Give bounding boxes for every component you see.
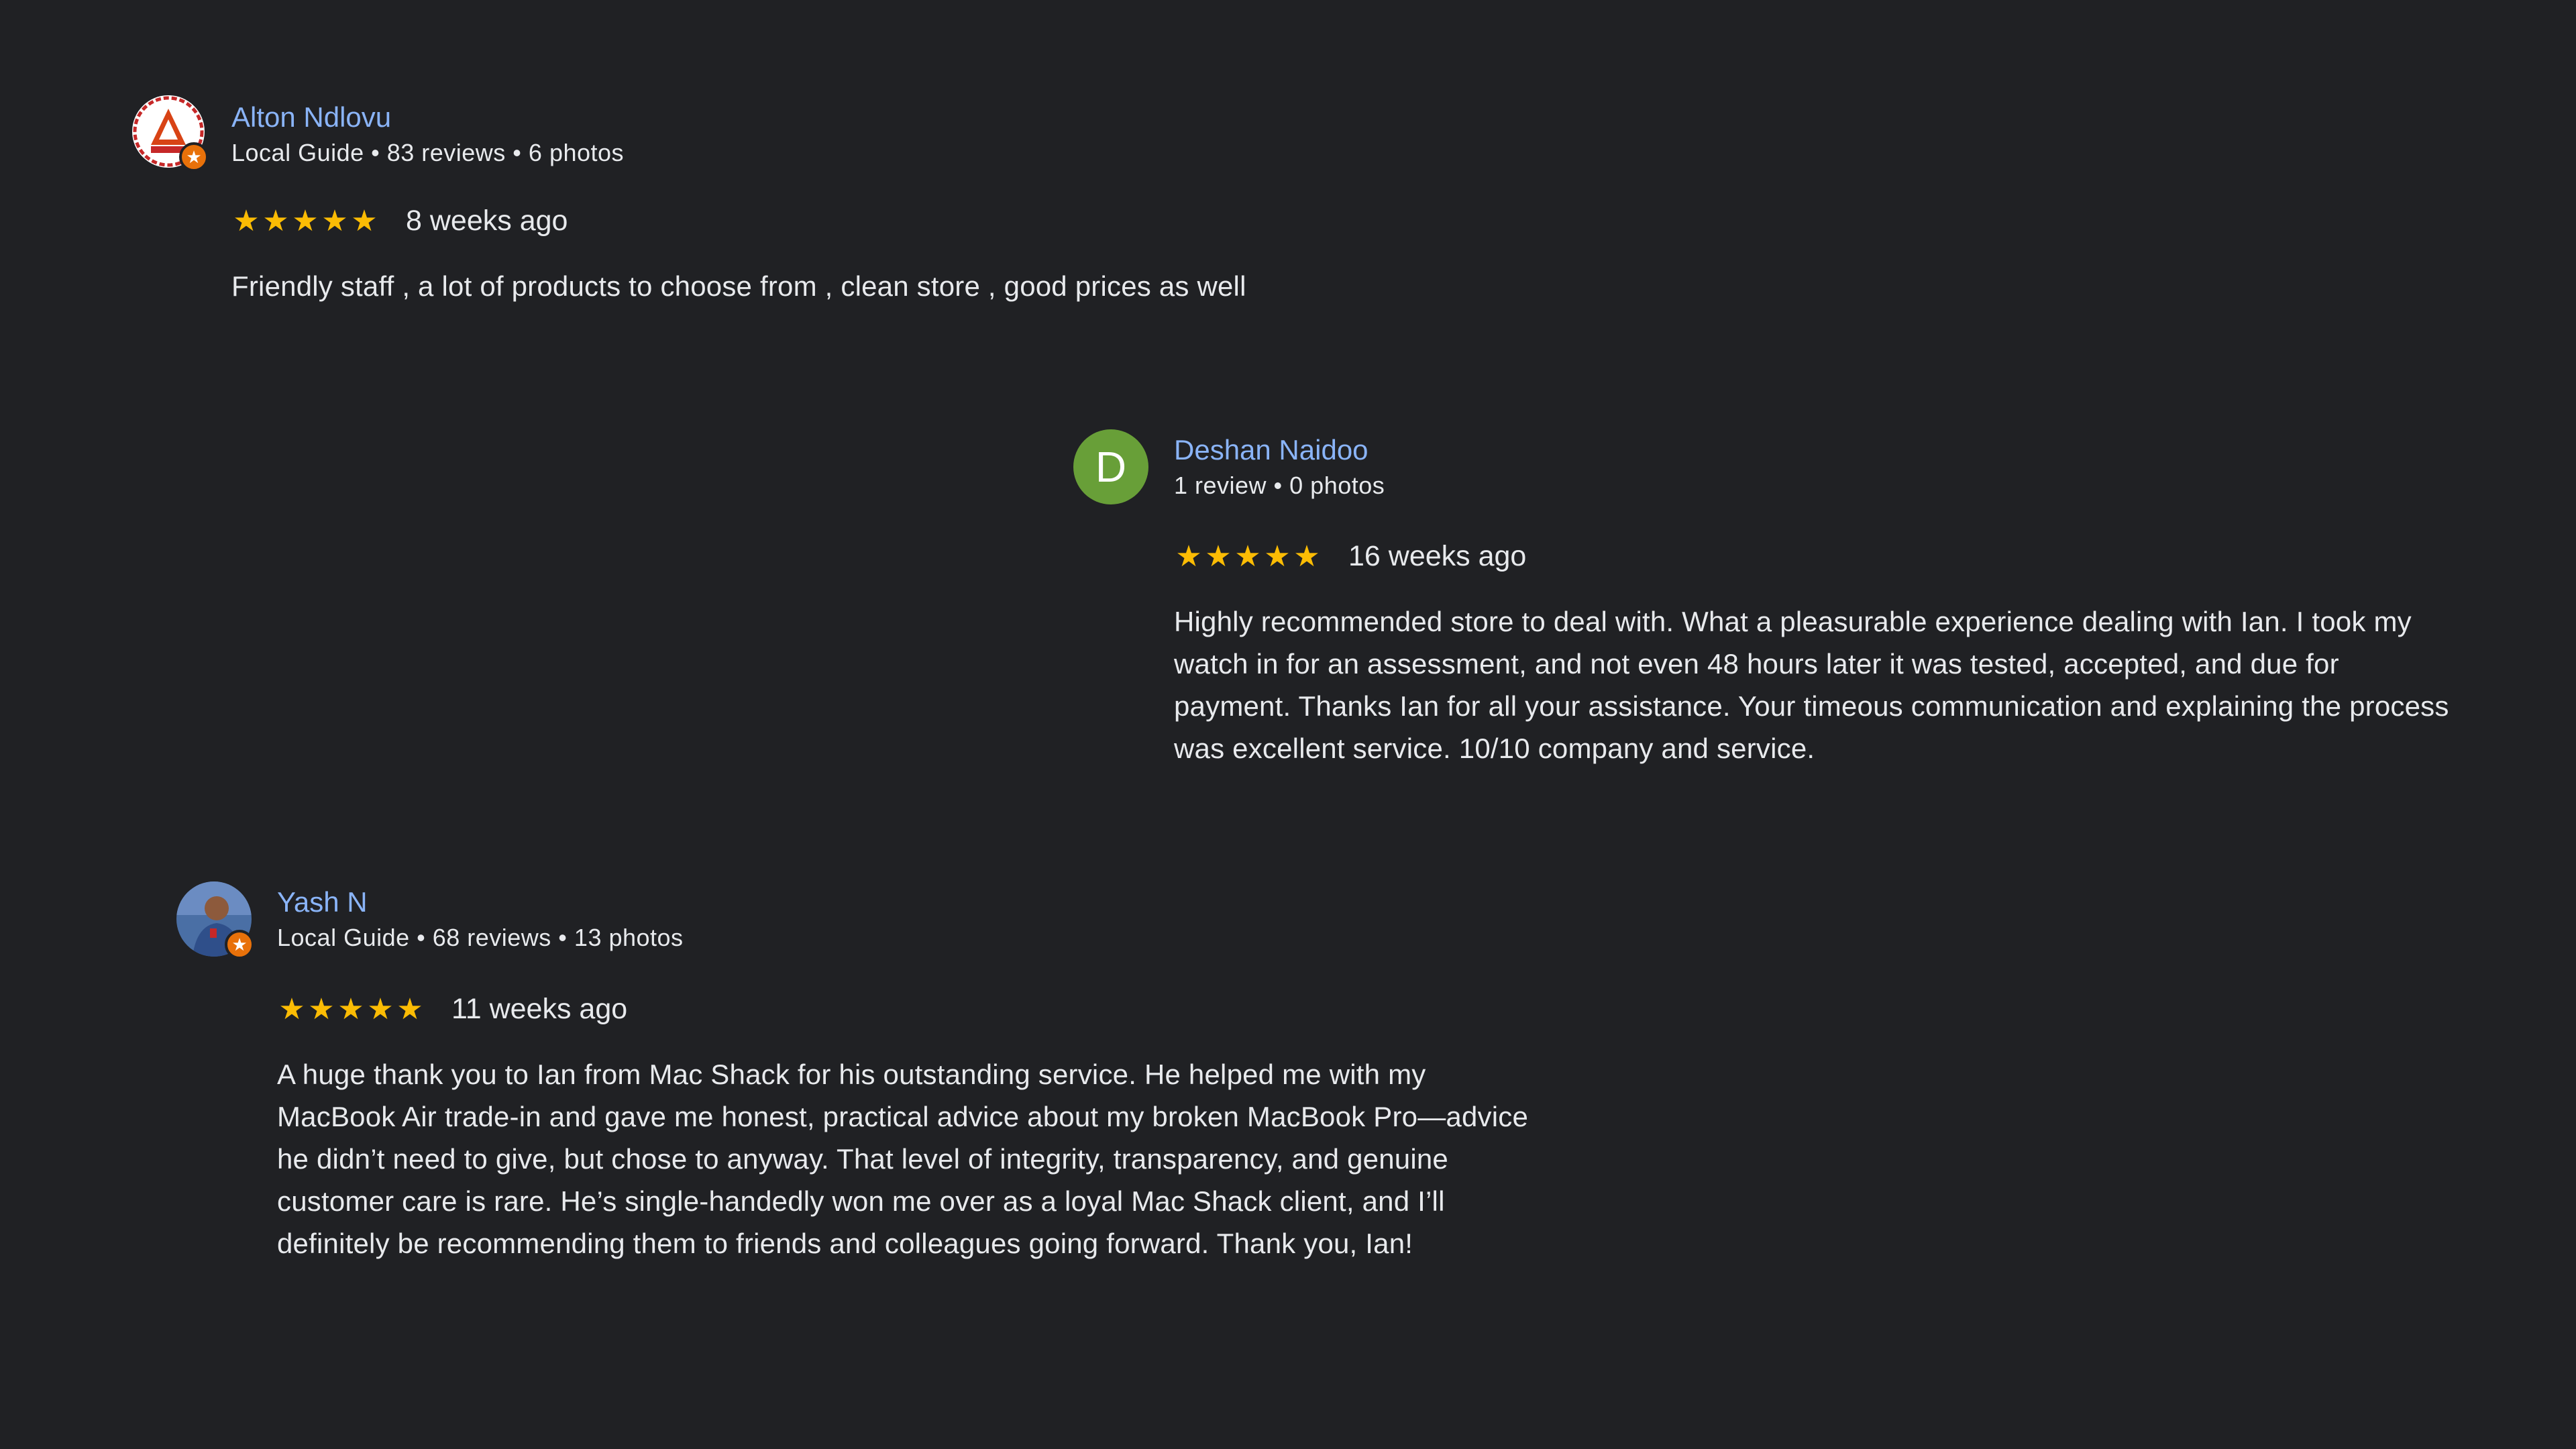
- star-icon: ★: [1175, 539, 1202, 573]
- star-icon: ★: [233, 204, 260, 237]
- avatar[interactable]: ★: [131, 94, 209, 172]
- reviewer-name[interactable]: Alton Ndlovu: [231, 101, 391, 134]
- review-date: 11 weeks ago: [451, 993, 628, 1025]
- star-icon: ★: [351, 204, 378, 237]
- star-icon: ★: [396, 992, 423, 1026]
- review-date: 8 weeks ago: [406, 205, 568, 237]
- review-text: A huge thank you to Ian from Mac Shack f…: [277, 1059, 1529, 1259]
- avatar[interactable]: ★: [176, 881, 254, 959]
- star-icon: ★: [292, 204, 319, 237]
- reviewer-meta: Local Guide • 83 reviews • 6 photos: [231, 139, 625, 166]
- local-guide-badge-icon: ★: [179, 142, 209, 172]
- star-rating: ★ ★ ★ ★ ★: [1174, 539, 1322, 573]
- star-icon: ★: [1264, 539, 1291, 573]
- star-icon: ★: [308, 992, 335, 1026]
- reviewer-name[interactable]: Deshan Naidoo: [1174, 433, 1368, 467]
- star-icon: ★: [278, 992, 305, 1026]
- star-rating: ★ ★ ★ ★ ★: [277, 992, 425, 1026]
- star-icon: ★: [1293, 539, 1320, 573]
- review-header: ★ Yash N Local Guide • 68 reviews • 13 p…: [176, 881, 1585, 962]
- avatar-letter: D: [1095, 443, 1127, 491]
- star-icon: ★: [367, 992, 394, 1026]
- reviewer-name[interactable]: Yash N: [277, 885, 368, 919]
- review-header: ★ Alton Ndlovu Local Guide • 83 reviews …: [131, 94, 1472, 174]
- star-icon: ★: [1205, 539, 1232, 573]
- rating-row: ★ ★ ★ ★ ★ 16 weeks ago: [1174, 540, 1526, 573]
- star-icon: ★: [1234, 539, 1261, 573]
- review-card: ★ Yash N Local Guide • 68 reviews • 13 p…: [176, 881, 1585, 1324]
- avatar[interactable]: D: [1073, 429, 1148, 504]
- review-card: D Deshan Naidoo 1 review • 0 photos ★ ★ …: [1073, 429, 2482, 778]
- review-text: Friendly staff , a lot of products to ch…: [231, 270, 1246, 302]
- star-icon: ★: [321, 204, 348, 237]
- review-card: ★ Alton Ndlovu Local Guide • 83 reviews …: [131, 94, 1472, 315]
- review-date: 16 weeks ago: [1348, 540, 1527, 572]
- star-icon: ★: [337, 992, 364, 1026]
- reviewer-meta: Local Guide • 68 reviews • 13 photos: [277, 924, 684, 951]
- rating-row: ★ ★ ★ ★ ★ 11 weeks ago: [277, 993, 627, 1026]
- star-rating: ★ ★ ★ ★ ★: [231, 204, 379, 237]
- review-text: Highly recommended store to deal with. W…: [1174, 606, 2449, 764]
- review-header: D Deshan Naidoo 1 review • 0 photos: [1073, 429, 2482, 510]
- local-guide-badge-icon: ★: [225, 930, 254, 959]
- star-icon: ★: [262, 204, 289, 237]
- reviewer-meta: 1 review • 0 photos: [1174, 472, 1385, 499]
- rating-row: ★ ★ ★ ★ ★ 8 weeks ago: [231, 205, 568, 237]
